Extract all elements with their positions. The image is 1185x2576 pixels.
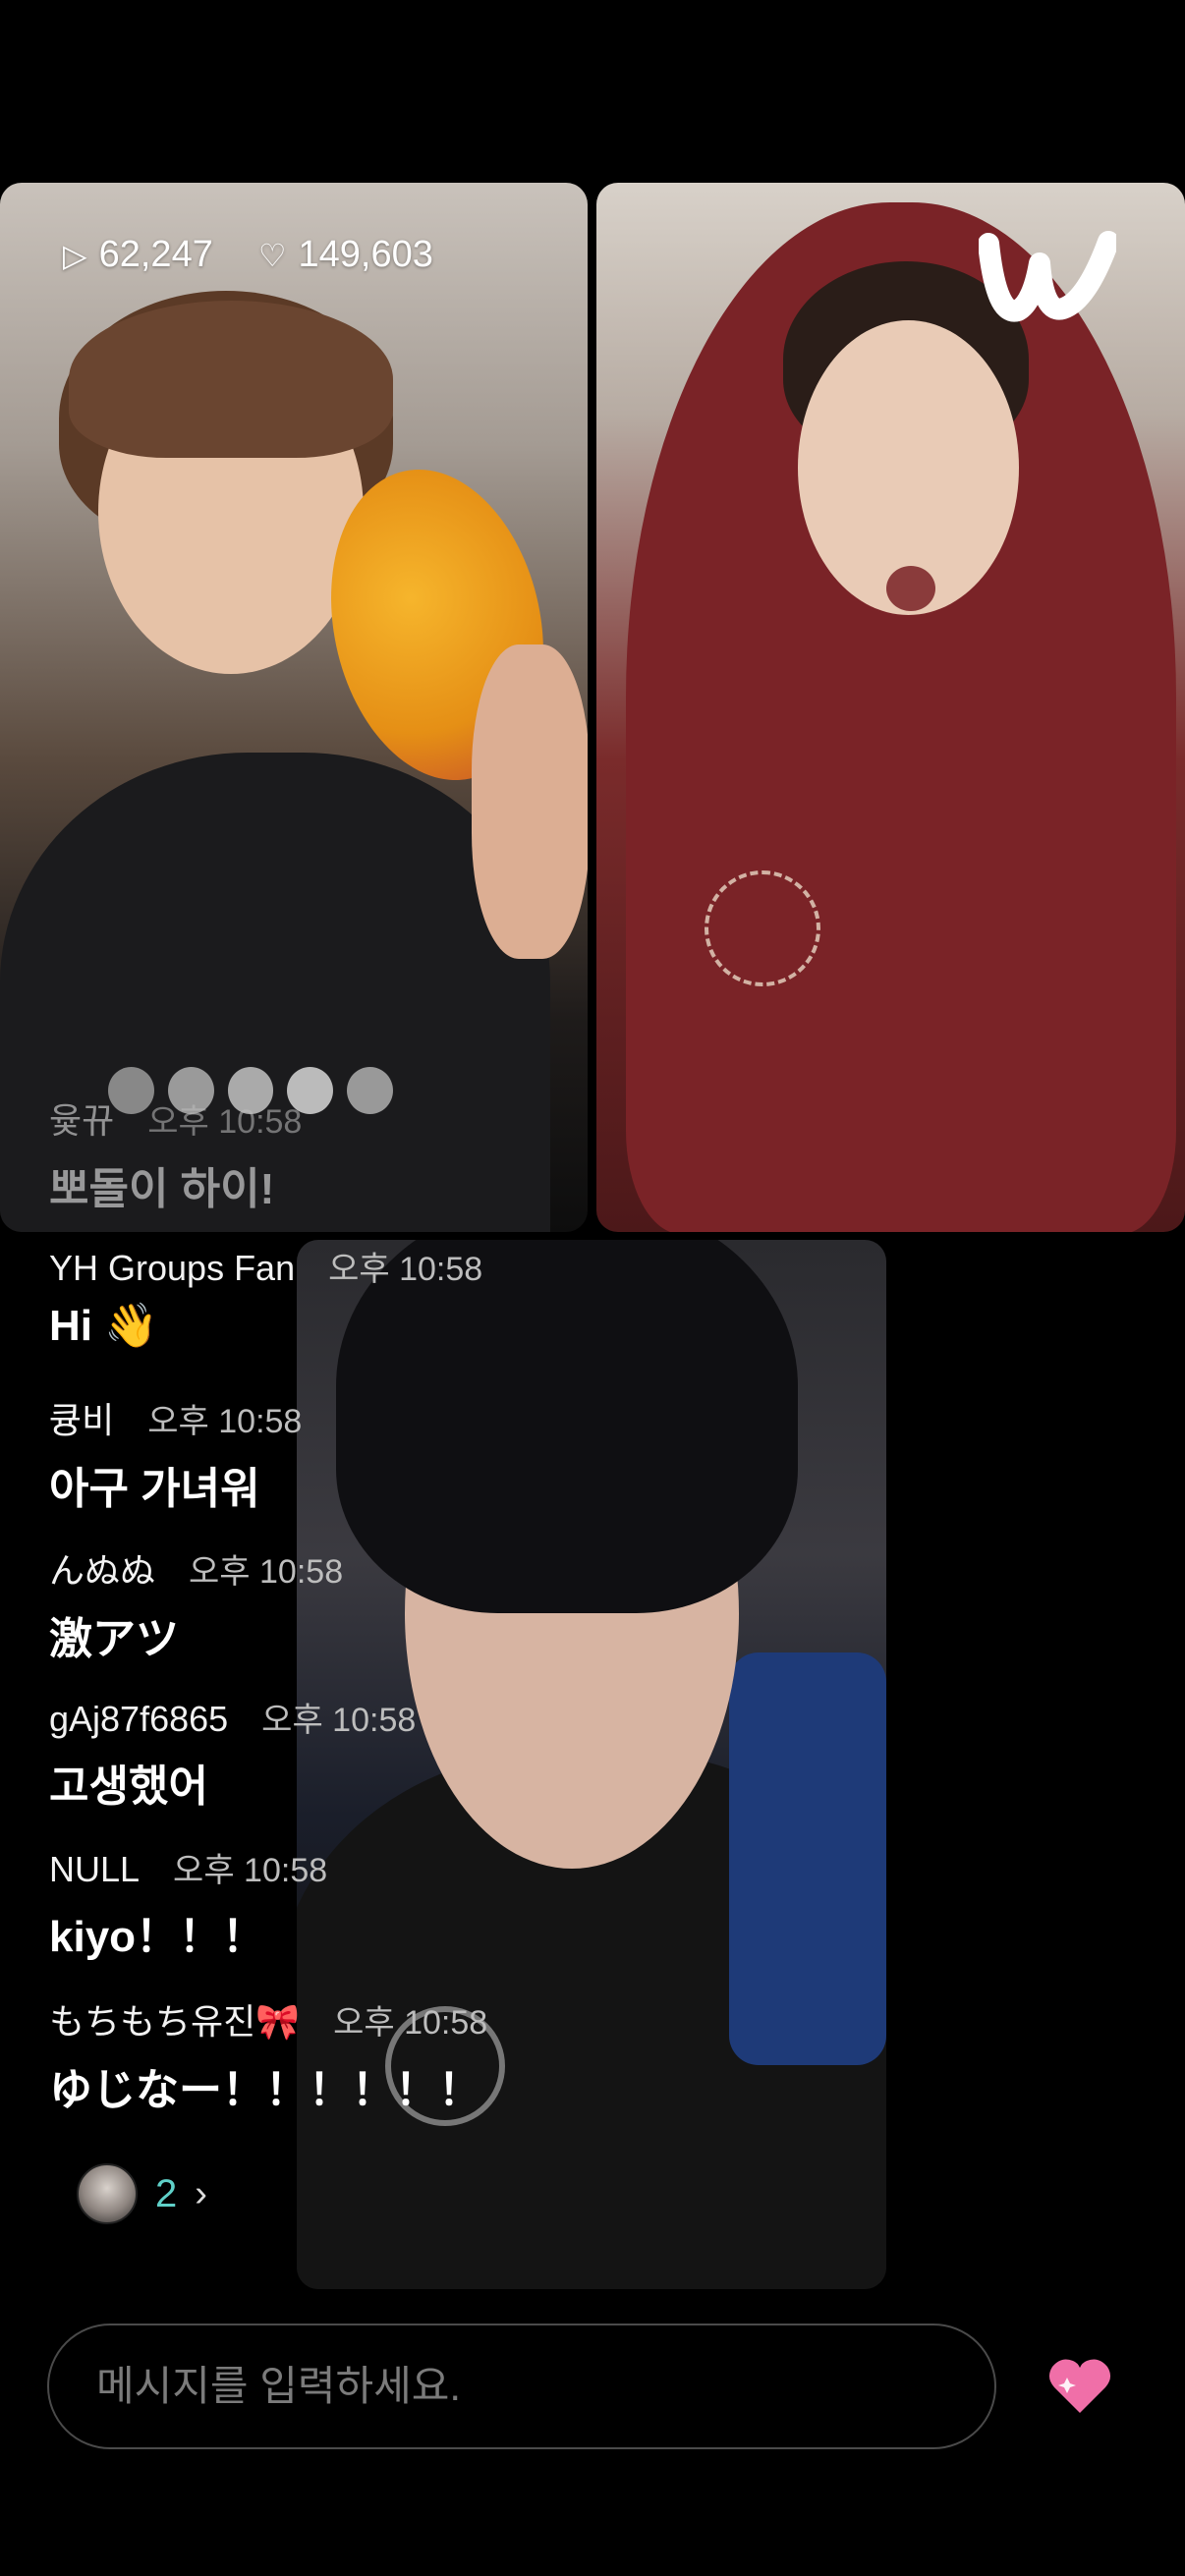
avatar — [77, 2163, 138, 2224]
chat-message: gAj87f6865 오후 10:58 고생했어 — [49, 1693, 416, 1814]
message-input-container[interactable] — [47, 2324, 996, 2449]
sun-print — [705, 870, 820, 986]
chat-text: Hi 👋 — [49, 1302, 159, 1350]
like-count: 149,603 — [298, 234, 433, 275]
chat-message: 큥비 오후 10:58 아구 가녀워 — [49, 1392, 302, 1516]
message-input[interactable] — [94, 2362, 943, 2411]
chat-username: んぬぬ — [49, 1550, 156, 1591]
video-tile-right[interactable] — [596, 183, 1185, 1232]
chat-time: 오후 10:58 — [189, 1553, 344, 1591]
heart-outline-icon: ♡ — [257, 237, 287, 273]
chat-message-overlay: 윷뀨 오후 10:58 뽀돌이 하이! — [49, 1092, 302, 1216]
chat-time: 오후 10:58 — [328, 1251, 483, 1288]
chat-message: NULL 오후 10:58 kiyo！！！ — [49, 1843, 327, 1964]
chat-time: 오후 10:58 — [147, 1103, 303, 1141]
weverse-logo-icon — [979, 231, 1116, 322]
chat-time: 오후 10:58 — [173, 1852, 328, 1889]
chat-text: 아구 가녀워 — [49, 1465, 260, 1513]
video-tile-left[interactable] — [0, 183, 588, 1232]
chevron-right-icon: › — [195, 2172, 207, 2214]
hand-image — [472, 644, 588, 959]
chat-username: 큥비 — [49, 1400, 115, 1440]
chat-username: NULL — [49, 1849, 141, 1889]
chat-username: YH Groups Fan — [49, 1248, 296, 1288]
chat-time: 오후 10:58 — [147, 1403, 303, 1440]
chat-text: ゆじなー！！！！！！ — [49, 2066, 481, 2114]
play-icon: ▷ — [63, 237, 87, 273]
collar-stripe — [729, 1652, 886, 2065]
chat-message: んぬぬ 오후 10:58 激アツ — [49, 1542, 343, 1666]
chat-text: 고생했어 — [49, 1763, 208, 1811]
chat-username: 윷뀨 — [49, 1100, 115, 1141]
chat-text: kiyo！！！ — [49, 1913, 266, 1961]
chat-text: 뽀돌이 하이! — [49, 1165, 275, 1213]
play-count: 62,247 — [98, 234, 213, 275]
chat-message: YH Groups Fan 오후 10:58 Hi 👋 — [49, 1242, 482, 1351]
heart-like-button[interactable] — [1045, 2352, 1114, 2421]
chat-message: もちもち유진🎀 오후 10:58 ゆじなー！！！！！！ — [49, 1993, 487, 2117]
stream-stats: ▷ 62,247 ♡ 149,603 — [63, 234, 433, 276]
chat-username: gAj87f6865 — [49, 1699, 229, 1739]
mouth — [886, 566, 935, 611]
chat-text: 激アツ — [49, 1615, 179, 1663]
chat-username: もちもち유진🎀 — [49, 2001, 301, 2042]
participant-count: 2 — [155, 2171, 178, 2215]
chat-time: 오후 10:58 — [261, 1702, 417, 1739]
person-fringe — [69, 301, 393, 458]
chat-time: 오후 10:58 — [333, 2004, 488, 2042]
participants-button[interactable]: 2 › — [77, 2163, 207, 2224]
